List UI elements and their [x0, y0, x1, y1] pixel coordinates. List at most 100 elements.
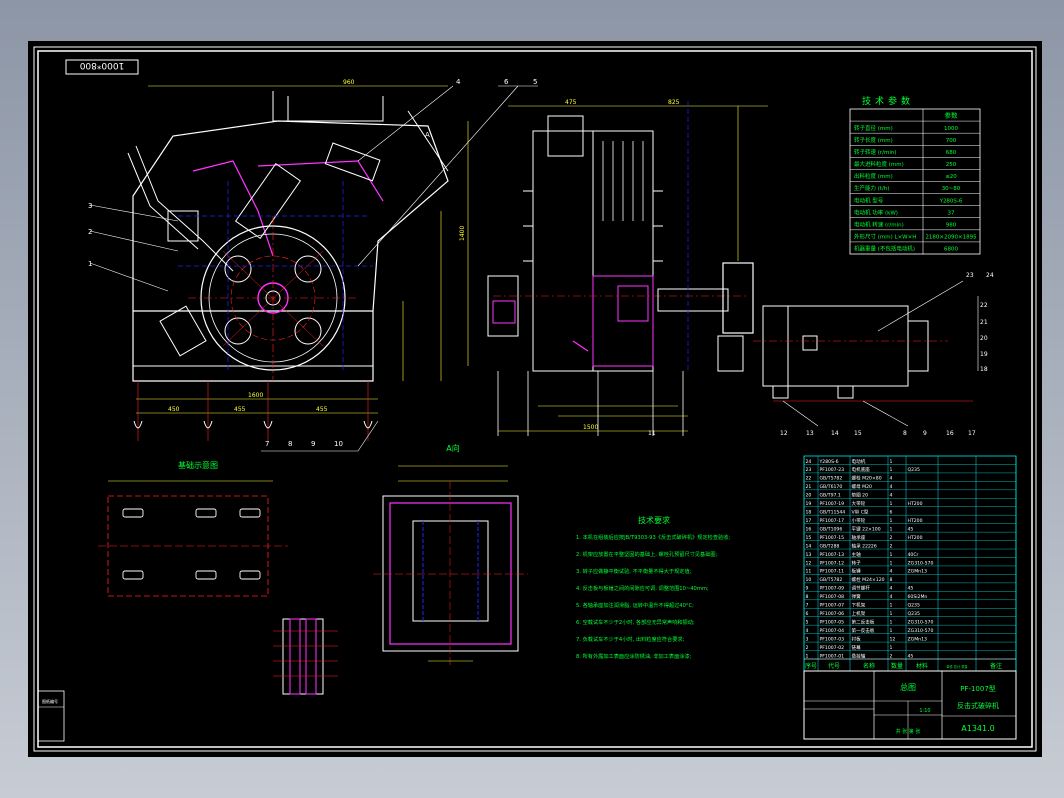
- bom-cell: ZG310-570: [908, 628, 934, 634]
- balloon-8: 8: [288, 440, 292, 448]
- bom-header-cell: 代号: [828, 662, 840, 670]
- dim-a: 450: [168, 406, 180, 413]
- balloon-14: 14: [831, 430, 839, 437]
- sheets: 共 张 第 张: [896, 728, 921, 735]
- bom-cell: V带 C型: [852, 509, 869, 516]
- balloon-12: 12: [780, 430, 788, 437]
- bom-cell: 21: [806, 484, 812, 490]
- balloon-13: 13: [806, 430, 814, 437]
- bom-cell: PF1007-02: [820, 645, 845, 651]
- bom-cell: 5: [806, 619, 809, 625]
- bom-cell: 1: [890, 603, 893, 609]
- balloon-8b: 8: [903, 430, 907, 437]
- model: PF-1007型: [960, 684, 996, 693]
- bom-cell: 45: [908, 526, 914, 532]
- tech-req-item: 6. 空载试车不少于2小时, 各部应无异常声响和振动;: [576, 618, 695, 626]
- bom-cell: HT200: [908, 535, 923, 541]
- bom-cell: PF1007-03: [820, 636, 845, 642]
- bom-cell: PF1007-04: [820, 628, 845, 634]
- bom-cell: 1: [890, 619, 893, 625]
- bom-cell: Q235: [908, 467, 920, 473]
- tech-req-item: 3. 转子应做静平衡试验, 不平衡量不得大于规定值;: [576, 567, 692, 575]
- dim-overall-width: 1600: [248, 392, 263, 399]
- bom-cell: 15: [806, 535, 812, 541]
- tech-req-item: 4. 反击板与板锤之间的间隙应可调, 调整范围10~40mm;: [576, 584, 709, 592]
- bom-cell: 轴承 22226: [852, 542, 877, 549]
- drawing-sheet: 1000*800 图纸编号 960 1600 450 455 455 1400: [28, 41, 1042, 757]
- title-block: 总图 PF-1007型 反击式破碎机 A1341.0 1:10 共 张 第 张: [803, 670, 1017, 740]
- bom-cell: 电动机: [852, 458, 866, 465]
- bom-cell: ZGMn13: [908, 636, 928, 642]
- param-value: 6800: [944, 247, 958, 253]
- dim-side-b: 825: [668, 99, 680, 106]
- bom-cell: 6: [890, 510, 893, 516]
- bom-cell: ZGMn13: [908, 569, 928, 575]
- bom-cell: 悬挂轴: [852, 652, 866, 659]
- tech-req-item: 5. 各轴承座加注润滑脂, 运转中温升不得超过40°C;: [576, 601, 694, 609]
- dim-side-a: 475: [565, 99, 577, 106]
- title-tag: 1000*800: [79, 60, 124, 70]
- bom-cell: 20: [806, 493, 812, 499]
- motor-view: 23 24 22 21 20 19 18 11 12 13 14 15 8 9 …: [648, 272, 994, 437]
- bom-cell: GB/T11544: [820, 510, 846, 516]
- param-label: 转子长度 (mm): [854, 136, 893, 144]
- bom-cell: 40Cr: [908, 552, 919, 558]
- bom-cell: 第二反击板: [852, 618, 875, 625]
- top-view-title: A向: [446, 443, 459, 453]
- bom-cell: PF1007-05: [820, 619, 845, 625]
- bom-cell: 螺母 M20: [852, 483, 873, 490]
- bom-cell: PF1007-08: [820, 594, 845, 600]
- bom-cell: 垫圈 20: [852, 492, 869, 499]
- bom-cell: 大带轮: [852, 500, 866, 507]
- balloon-20: 20: [980, 335, 988, 342]
- scale: 1:10: [919, 708, 930, 714]
- dim-height: 1400: [459, 226, 466, 241]
- dim-b: 455: [234, 406, 246, 413]
- bom-cell: 1: [890, 628, 893, 634]
- bom-cell: 螺栓 M20×80: [852, 475, 882, 482]
- balloon-19: 19: [980, 351, 988, 358]
- param-label: 机器重量 (不包括电动机): [854, 245, 915, 253]
- bom-cell: 小带轮: [852, 517, 866, 524]
- bom-cell: 2: [890, 535, 893, 541]
- param-value: 680: [946, 150, 957, 156]
- bom-cell: 7: [806, 603, 809, 609]
- param-value: Y280S-6: [939, 198, 963, 204]
- bom-cell: 14: [806, 543, 812, 549]
- bom-cell: GB/T5782: [820, 577, 843, 583]
- bom-cell: 1: [890, 526, 893, 532]
- bom-cell: GB/T6170: [820, 484, 843, 490]
- bom-cell: 衬板: [852, 635, 862, 642]
- bom-cell: 6: [806, 611, 809, 617]
- bom-cell: 螺栓 M24×120: [852, 576, 885, 583]
- side-view: 475 825 1500: [487, 99, 768, 436]
- drawing-name: 总图: [900, 682, 916, 692]
- balloon-7: 7: [265, 440, 269, 448]
- param-label: 电动机 转速 (r/min): [854, 220, 904, 228]
- bom-cell: 4: [806, 628, 809, 634]
- foundation-view: 基础示意图: [98, 460, 338, 695]
- bom-cell: 2: [890, 543, 893, 549]
- balloon-10: 10: [334, 440, 343, 448]
- bom-cell: 板锤: [852, 568, 862, 575]
- bom-cell: GB/T5782: [820, 476, 843, 482]
- param-label: 生产能力 (t/h): [854, 184, 890, 192]
- bom-cell: 24: [806, 459, 812, 465]
- bom-cell: 3: [806, 636, 809, 642]
- bom-cell: 4: [890, 493, 893, 499]
- cad-drawing: 1000*800 图纸编号 960 1600 450 455 455 1400: [33, 46, 1037, 752]
- balloon-15: 15: [854, 430, 862, 437]
- foundation-title: 基础示意图: [178, 460, 218, 470]
- bom-header-cell: 序号: [805, 662, 817, 670]
- bom-cell: 16: [806, 526, 812, 532]
- bom-cell: PF1007-07: [820, 603, 845, 609]
- bom-cell: 电机底座: [852, 466, 871, 473]
- bom-cell: 1: [806, 653, 809, 659]
- bom-cell: ZG310-570: [908, 619, 934, 625]
- bom-cell: 4: [890, 586, 893, 592]
- balloon-1: 1: [88, 260, 92, 268]
- param-label: 出料粒度 (mm): [854, 172, 893, 180]
- balloon-2: 2: [88, 228, 92, 236]
- balloon-24: 24: [986, 272, 994, 279]
- bom-cell: 1: [890, 501, 893, 507]
